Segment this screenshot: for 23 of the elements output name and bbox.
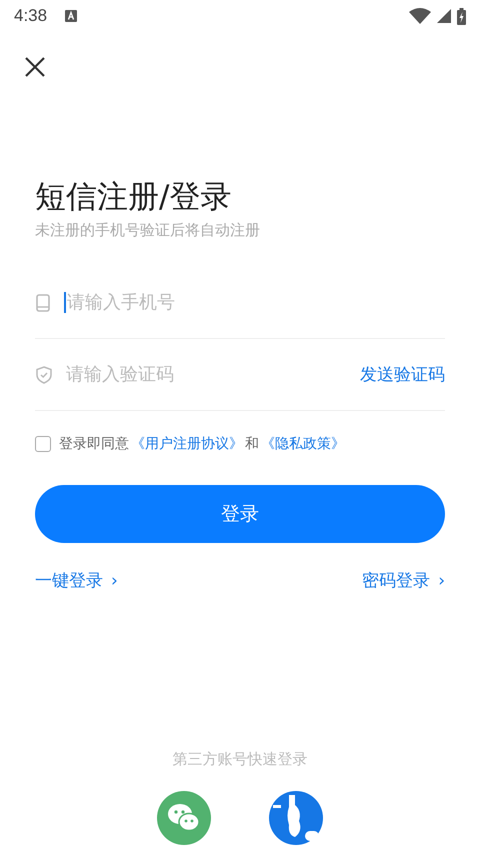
- battery-icon: [457, 8, 466, 24]
- social-login-icon[interactable]: [269, 791, 323, 845]
- agreement-checkbox[interactable]: [35, 436, 51, 452]
- user-agreement-link[interactable]: 《用户注册协议》: [131, 435, 243, 453]
- subtitle: 未注册的手机号验证后将自动注册: [35, 221, 261, 240]
- agreement-text: 和: [245, 435, 259, 453]
- notification-icon: [65, 10, 78, 22]
- chat-login-icon[interactable]: [157, 791, 211, 845]
- shield-icon: [36, 366, 52, 384]
- send-code-link[interactable]: 发送验证码: [360, 363, 445, 386]
- page-title: 短信注册/登录: [35, 178, 232, 217]
- agreement-text: 登录即同意: [59, 435, 129, 453]
- phone-icon: [36, 294, 50, 312]
- third-party-title: 第三方账号快速登录: [172, 750, 308, 769]
- phone-input[interactable]: 请输入手机号: [64, 292, 445, 313]
- status-time: 4:38: [14, 6, 48, 26]
- login-button[interactable]: 登录: [35, 485, 445, 543]
- login-option-link[interactable]: 一键登录 ›: [35, 569, 118, 592]
- code-input[interactable]: 请输入验证码: [66, 364, 360, 385]
- wifi-icon: [409, 8, 431, 24]
- privacy-policy-link[interactable]: 《隐私政策》: [261, 435, 345, 453]
- signal-icon: [437, 9, 451, 23]
- login-option-link[interactable]: 密码登录 ›: [362, 569, 445, 592]
